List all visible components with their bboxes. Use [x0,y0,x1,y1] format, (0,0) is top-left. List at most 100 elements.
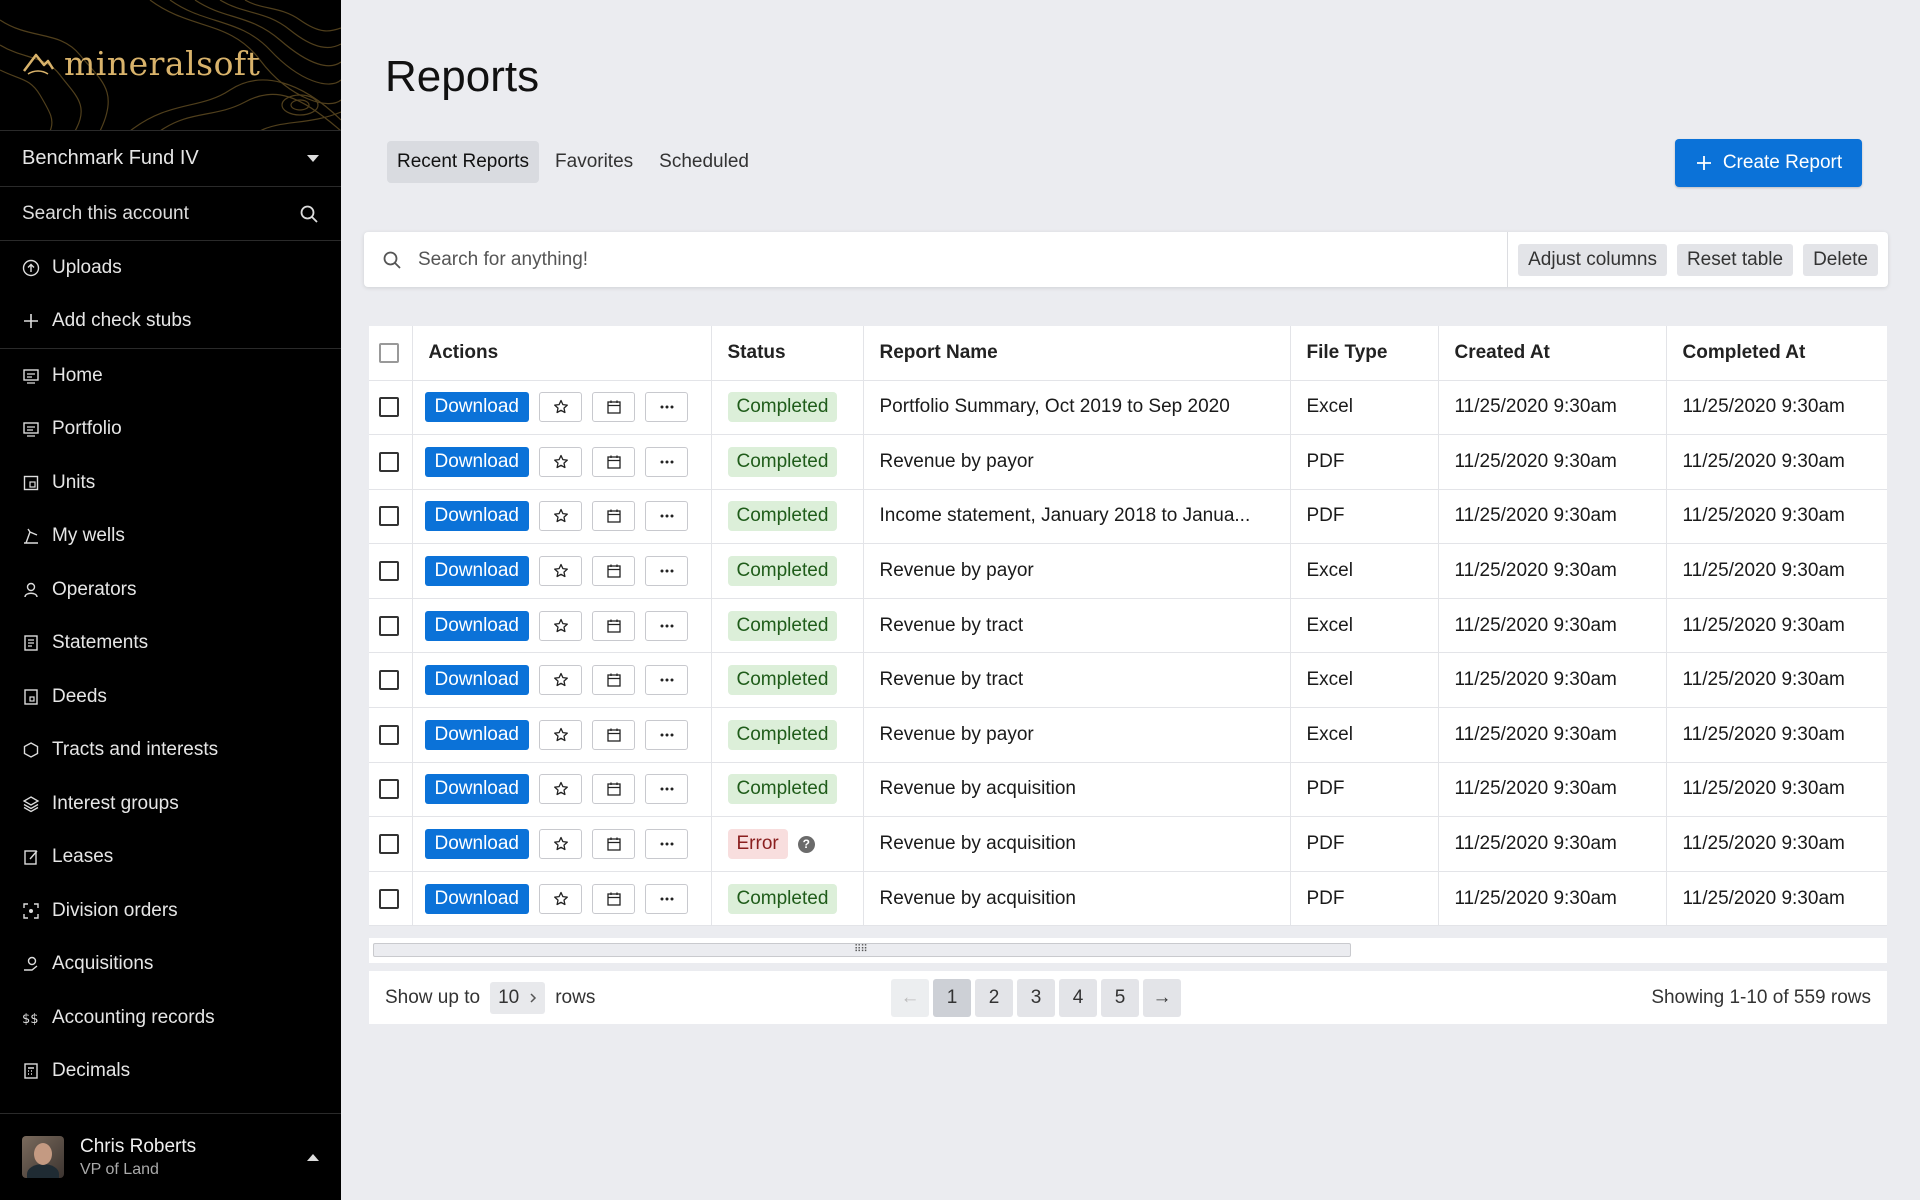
favorite-button[interactable] [539,883,582,914]
more-options-button[interactable] [645,610,688,641]
sidebar-item-division-orders[interactable]: Division orders [0,884,341,938]
download-button[interactable]: Download [424,446,529,477]
favorite-button[interactable] [539,610,582,641]
scrollbar-thumb[interactable]: ⠿⠿ [373,943,1351,957]
favorite-button[interactable] [539,501,582,532]
report-name-cell[interactable]: Revenue by payor [863,434,1291,490]
favorite-button[interactable] [539,829,582,860]
rows-per-page-select[interactable]: 10 [490,981,546,1014]
column-header-status[interactable]: Status [711,326,864,381]
prev-page-button[interactable]: ← [891,979,929,1017]
schedule-button[interactable] [592,501,635,532]
tab-favorites[interactable]: Favorites [545,141,643,183]
report-name-cell[interactable]: Portfolio Summary, Oct 2019 to Sep 2020 [863,380,1291,436]
report-name-cell[interactable]: Income statement, January 2018 to Janua.… [863,489,1291,545]
favorite-button[interactable] [539,665,582,696]
page-button-1[interactable]: 1 [933,979,971,1017]
more-options-button[interactable] [645,392,688,423]
create-report-button[interactable]: Create Report [1675,139,1862,187]
more-options-button[interactable] [645,829,688,860]
account-switcher[interactable]: Benchmark Fund IV [0,131,341,187]
favorite-button[interactable] [539,446,582,477]
next-page-button[interactable]: → [1143,979,1181,1017]
more-options-button[interactable] [645,774,688,805]
reset-table-button[interactable]: Reset table [1676,243,1794,276]
sidebar-item-deeds[interactable]: Deeds [0,670,341,724]
mineralsoft-logo[interactable]: mineralsoft [22,44,260,83]
sidebar-item-leases[interactable]: Leases [0,831,341,885]
sidebar-item-home[interactable]: Home [0,349,341,403]
sidebar-item-add-check-stubs[interactable]: Add check stubs [0,295,341,349]
schedule-button[interactable] [592,556,635,587]
more-options-button[interactable] [645,501,688,532]
delete-button[interactable]: Delete [1803,243,1878,276]
schedule-button[interactable] [592,446,635,477]
schedule-button[interactable] [592,719,635,750]
row-checkbox[interactable] [379,397,399,418]
download-button[interactable]: Download [424,883,529,914]
sidebar-item-tracts-and-interests[interactable]: Tracts and interests [0,724,341,778]
column-header-file-type[interactable]: File Type [1290,326,1439,381]
favorite-button[interactable] [539,719,582,750]
adjust-columns-button[interactable]: Adjust columns [1518,243,1667,276]
download-button[interactable]: Download [424,774,529,805]
more-options-button[interactable] [645,719,688,750]
favorite-button[interactable] [539,556,582,587]
download-button[interactable]: Download [424,501,529,532]
more-options-button[interactable] [645,883,688,914]
row-checkbox[interactable] [379,451,399,472]
favorite-button[interactable] [539,774,582,805]
row-checkbox[interactable] [379,506,399,527]
row-checkbox[interactable] [379,724,399,745]
schedule-button[interactable] [592,774,635,805]
sidebar-item-units[interactable]: Units [0,456,341,510]
row-checkbox[interactable] [379,888,399,909]
sidebar-item-my-wells[interactable]: My wells [0,510,341,564]
report-name-cell[interactable]: Revenue by tract [863,652,1291,709]
tab-recent-reports[interactable]: Recent Reports [387,141,540,183]
more-options-button[interactable] [645,446,688,477]
sidebar-item-uploads[interactable]: Uploads [0,241,341,295]
sidebar-item-decimals[interactable]: Decimals [0,1045,341,1099]
page-button-2[interactable]: 2 [975,979,1013,1017]
row-checkbox[interactable] [379,615,399,636]
report-name-cell[interactable]: Revenue by acquisition [863,871,1291,927]
download-button[interactable]: Download [424,392,529,423]
download-button[interactable]: Download [424,610,529,641]
row-checkbox[interactable] [379,834,399,855]
user-menu[interactable]: Chris Roberts VP of Land [0,1113,341,1200]
more-options-button[interactable] [645,556,688,587]
column-header-completed-at[interactable]: Completed At [1666,326,1887,381]
tab-scheduled[interactable]: Scheduled [649,141,759,183]
sidebar-item-operators[interactable]: Operators [0,563,341,617]
more-options-button[interactable] [645,665,688,696]
schedule-button[interactable] [592,883,635,914]
schedule-button[interactable] [592,829,635,860]
column-header-report-name[interactable]: Report Name [863,326,1291,381]
page-button-4[interactable]: 4 [1059,979,1097,1017]
download-button[interactable]: Download [424,665,529,696]
report-name-cell[interactable]: Revenue by acquisition [863,762,1291,818]
report-name-cell[interactable]: Revenue by acquisition [863,816,1291,872]
schedule-button[interactable] [592,665,635,696]
column-header-created-at[interactable]: Created At [1438,326,1667,381]
sidebar-item-acquisitions[interactable]: Acquisitions [0,938,341,992]
row-checkbox[interactable] [379,670,399,691]
report-name-cell[interactable]: Revenue by payor [863,543,1291,599]
horizontal-scrollbar[interactable]: ⠿⠿ [369,938,1887,963]
sidebar-item-portfolio[interactable]: Portfolio [0,403,341,457]
report-name-cell[interactable]: Revenue by payor [863,707,1291,763]
sidebar-search[interactable]: Search this account [0,187,341,241]
select-all-checkbox[interactable] [379,342,399,363]
page-button-3[interactable]: 3 [1017,979,1055,1017]
sidebar-item-interest-groups[interactable]: Interest groups [0,777,341,831]
download-button[interactable]: Download [424,556,529,587]
help-icon[interactable]: ? [797,835,815,853]
search-input[interactable] [418,248,1218,271]
sidebar-item-accounting-records[interactable]: $$ Accounting records [0,991,341,1045]
page-button-5[interactable]: 5 [1101,979,1139,1017]
download-button[interactable]: Download [424,829,529,860]
download-button[interactable]: Download [424,719,529,750]
schedule-button[interactable] [592,610,635,641]
report-name-cell[interactable]: Revenue by tract [863,598,1291,654]
